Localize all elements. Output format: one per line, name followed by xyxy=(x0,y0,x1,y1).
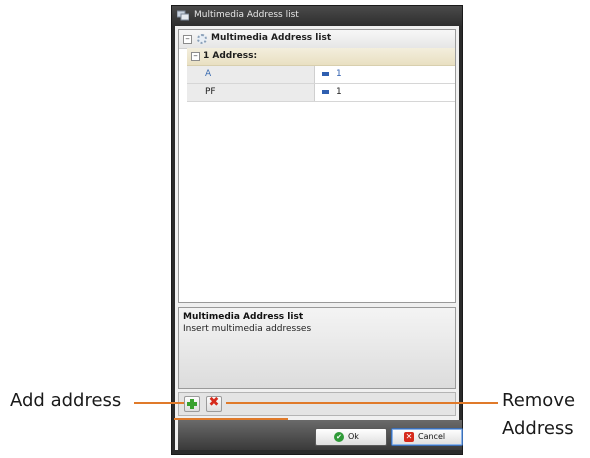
x-icon: ✖ xyxy=(208,395,220,410)
property-name-cell: PF xyxy=(187,84,315,101)
cancel-button[interactable]: ✕ Cancel xyxy=(391,428,463,446)
address-toolbar: ✖ xyxy=(178,392,456,416)
property-name: A xyxy=(205,69,212,79)
ok-button[interactable]: ✔ Ok xyxy=(315,428,387,446)
plus-icon xyxy=(187,399,197,409)
property-grid: − Multimedia Address list − 1 Address: A… xyxy=(178,29,456,303)
property-name: PF xyxy=(205,87,216,97)
dialog-window: Multimedia Address list − Multimedia Add… xyxy=(171,5,463,455)
ok-button-label: Ok xyxy=(348,432,359,441)
add-callout-line xyxy=(134,402,184,404)
add-address-callout: Add address xyxy=(10,390,122,411)
property-value-cell[interactable]: 1 xyxy=(316,84,455,101)
table-row[interactable]: PF 1 xyxy=(187,84,455,102)
property-value-cell[interactable]: 1 xyxy=(316,66,455,83)
dialog-client-area: − Multimedia Address list − 1 Address: A… xyxy=(175,26,463,450)
section-address[interactable]: − 1 Address: xyxy=(187,48,455,66)
check-icon: ✔ xyxy=(334,432,344,442)
collapse-icon[interactable]: − xyxy=(183,35,192,44)
close-icon: ✕ xyxy=(404,432,414,442)
window-app-icon xyxy=(177,10,189,21)
property-name-cell: A xyxy=(187,66,315,83)
property-value: 1 xyxy=(336,69,342,79)
add-address-button[interactable] xyxy=(184,396,200,412)
section-label: 1 Address: xyxy=(203,51,258,61)
gear-icon xyxy=(197,34,207,44)
description-title: Multimedia Address list xyxy=(183,312,304,322)
grid-header[interactable]: − Multimedia Address list xyxy=(179,30,455,49)
title-bar[interactable]: Multimedia Address list xyxy=(172,6,462,26)
value-marker-icon xyxy=(322,90,329,94)
description-panel: Multimedia Address list Insert multimedi… xyxy=(178,307,456,389)
table-row[interactable]: A 1 xyxy=(187,66,455,84)
property-value: 1 xyxy=(336,87,342,97)
grid-header-label: Multimedia Address list xyxy=(211,33,332,43)
description-text: Insert multimedia addresses xyxy=(183,324,312,334)
dialog-footer: ✔ Ok ✕ Cancel xyxy=(178,420,463,450)
value-marker-icon xyxy=(322,72,329,76)
footer-callout-line xyxy=(174,418,288,420)
window-title: Multimedia Address list xyxy=(194,10,299,20)
remove-address-callout-line2: Address xyxy=(502,418,574,439)
cancel-button-label: Cancel xyxy=(418,432,446,441)
remove-address-button[interactable]: ✖ xyxy=(206,395,222,412)
remove-callout-line xyxy=(226,402,498,404)
collapse-section-icon[interactable]: − xyxy=(191,52,200,61)
remove-address-callout-line1: Remove xyxy=(502,390,576,411)
